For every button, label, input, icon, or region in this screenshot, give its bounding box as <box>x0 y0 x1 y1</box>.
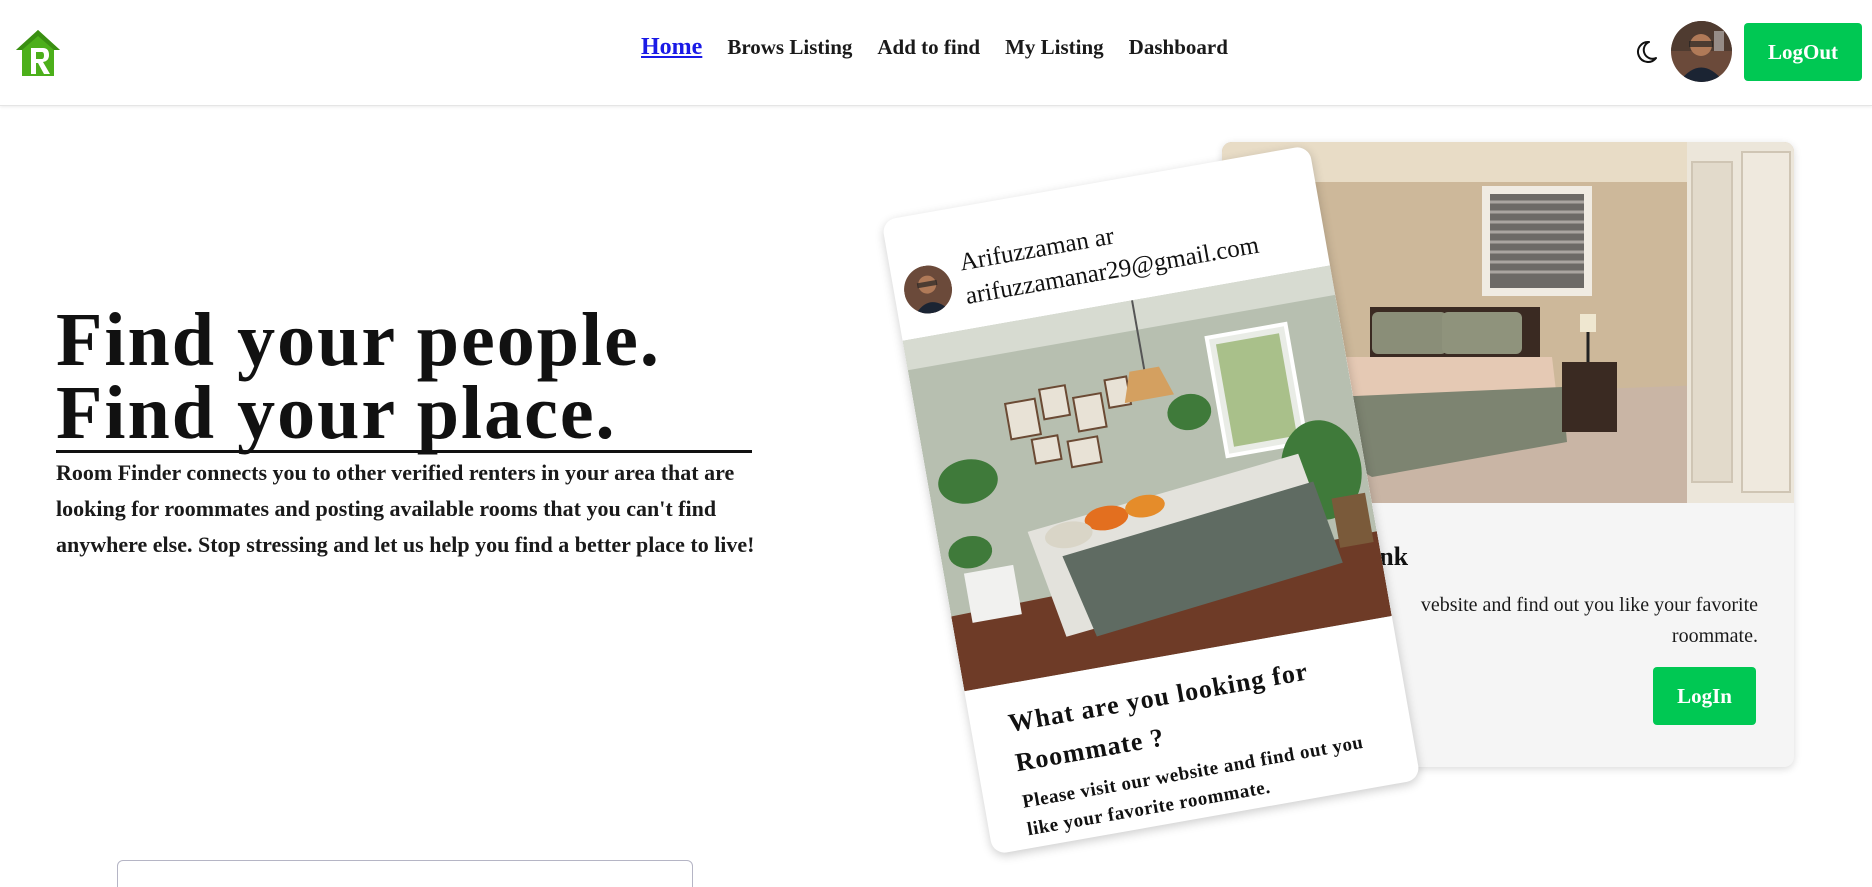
hero-title-line1: Find your people. <box>56 298 661 382</box>
house-logo-icon[interactable] <box>14 28 62 78</box>
nav-link-brows-listing[interactable]: Brows Listing <box>727 35 852 60</box>
nav-link-my-listing[interactable]: My Listing <box>1005 35 1104 60</box>
hero-title: Find your people. Find your place. <box>56 298 661 455</box>
logout-button[interactable]: LogOut <box>1744 23 1862 81</box>
nav-links: Home Brows Listing Add to find My Listin… <box>641 34 1253 61</box>
back-card-text: vebsite and find out you like your favor… <box>1420 594 1758 647</box>
user-avatar[interactable] <box>1671 21 1732 82</box>
login-button[interactable]: LogIn <box>1653 667 1756 725</box>
nav-link-home[interactable]: Home <box>641 34 702 61</box>
poster-avatar <box>900 261 956 318</box>
hero-title-line2: Find your place. <box>56 371 617 455</box>
hero-description: Room Finder connects you to other verifi… <box>56 460 755 557</box>
moon-icon[interactable] <box>1632 38 1660 66</box>
bedroom-image <box>902 265 1392 692</box>
nav-link-dashboard[interactable]: Dashboard <box>1129 35 1228 60</box>
hero-divider <box>56 450 752 453</box>
nav-link-add-to-find[interactable]: Add to find <box>877 35 980 60</box>
navbar: Home Brows Listing Add to find My Listin… <box>0 0 1872 106</box>
search-box[interactable] <box>117 860 693 887</box>
